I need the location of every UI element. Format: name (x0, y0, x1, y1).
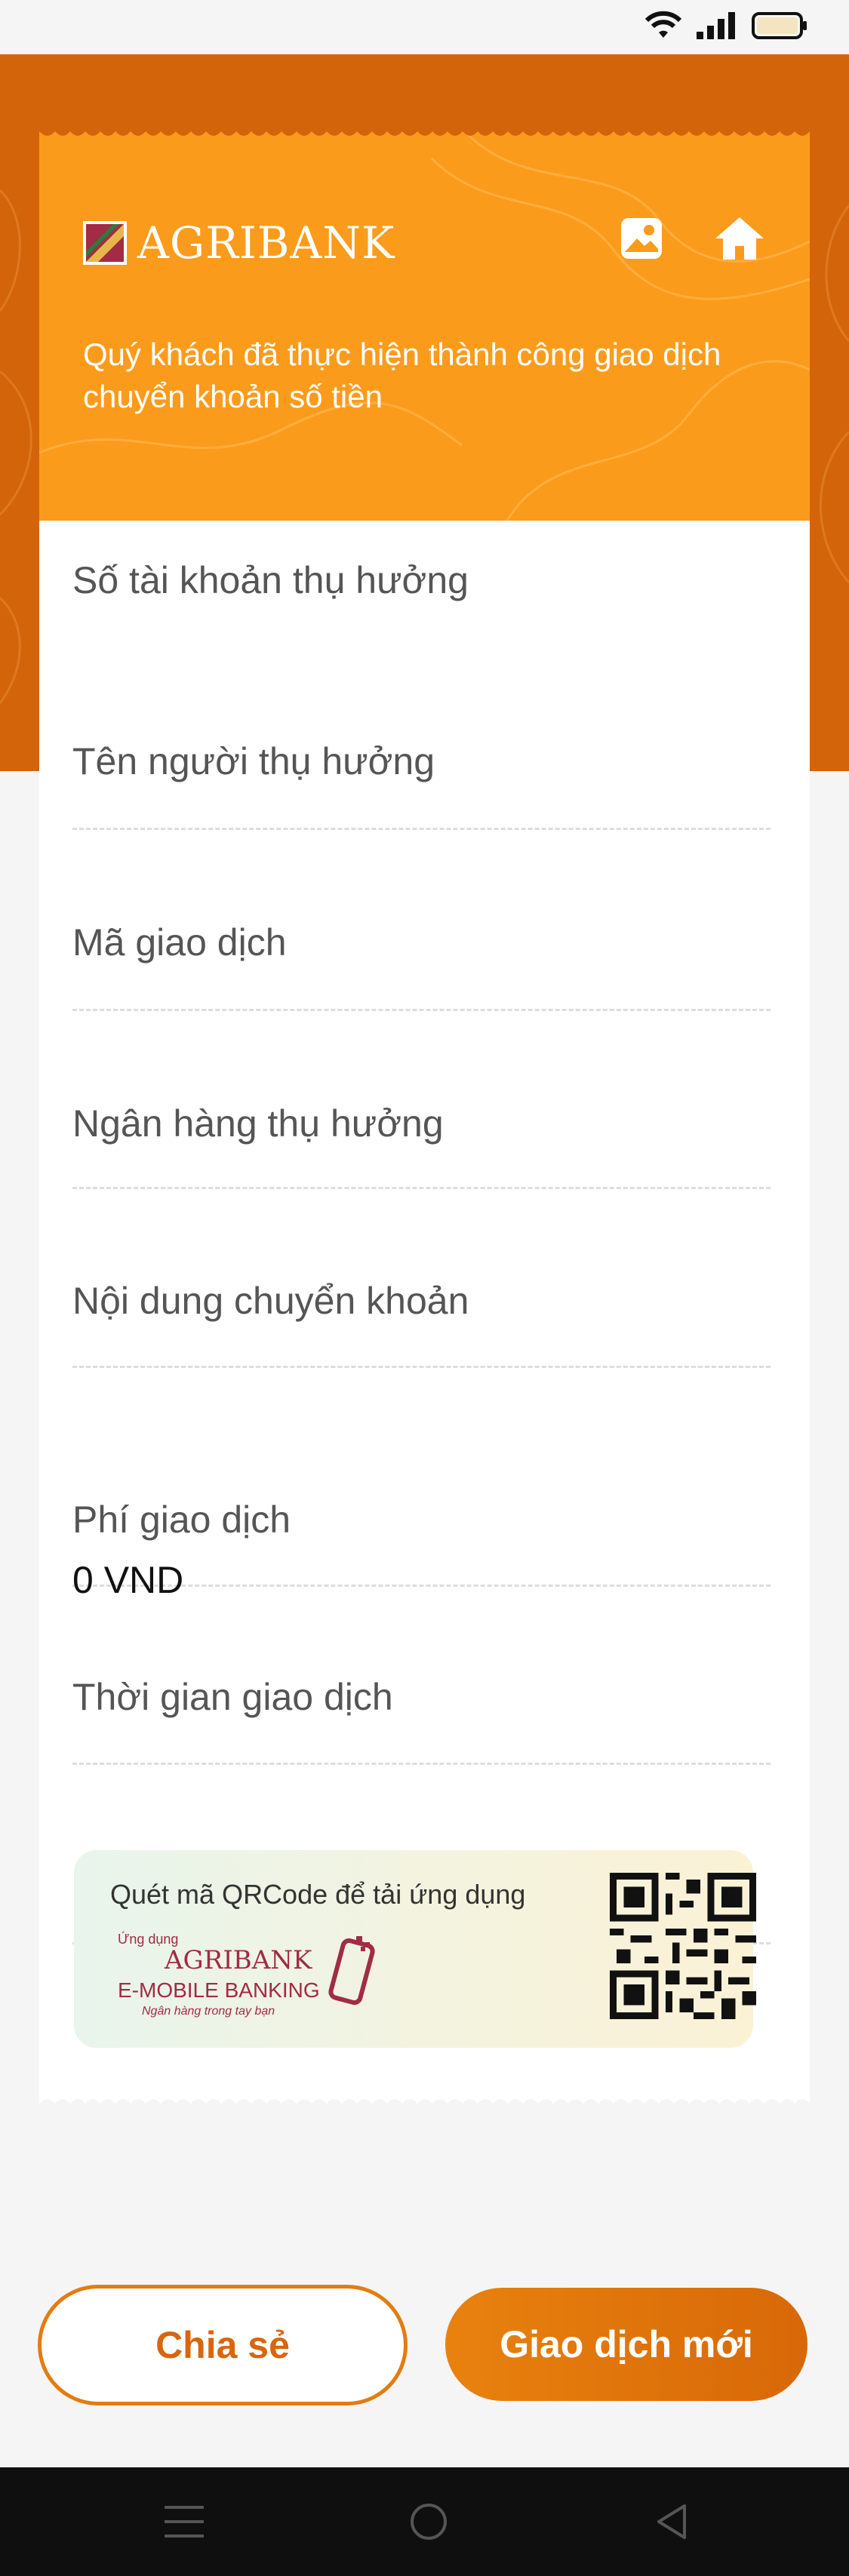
divider (72, 1009, 771, 1011)
divider (72, 1366, 771, 1368)
agribank-logo: AGRIBANK (83, 217, 395, 269)
receipt-card: AGRIBANK Quý khách đã thực hiện thành cô… (39, 128, 810, 2120)
success-message: Quý khách đã thực hiện thành công giao d… (83, 337, 721, 414)
divider (72, 1763, 771, 1765)
field-label: Thời gian giao dịch (72, 1676, 393, 1718)
field-label: Tên người thụ hưởng (72, 740, 435, 782)
share-button[interactable]: Chia sẻ (38, 2285, 408, 2405)
nav-menu-button[interactable] (160, 2498, 208, 2546)
field-label: Mã giao dịch (72, 921, 287, 964)
home-button[interactable] (711, 210, 768, 267)
gallery-icon (621, 218, 662, 259)
field-transaction-id: Mã giao dịch (72, 921, 771, 981)
home-circle-icon (411, 2504, 447, 2540)
nav-home-button[interactable] (405, 2498, 453, 2546)
agribank-logo-icon (83, 221, 127, 265)
brand-name: AGRIBANK (137, 217, 395, 269)
system-nav-bar (0, 2467, 849, 2576)
back-icon (657, 2504, 686, 2539)
field-label: Nội dung chuyển khoản (72, 1280, 469, 1322)
header-pattern (39, 128, 810, 521)
signal-icon (697, 12, 735, 39)
qr-product: E-MOBILE BANKING (118, 1978, 320, 2002)
scallop-edge-bottom (39, 2090, 810, 2104)
qr-banner-title: Quét mã QRCode để tải ứng dụng (110, 1879, 526, 1910)
field-transaction-fee: Phí giao dịch 0 VND (72, 1498, 771, 1602)
field-beneficiary-bank: Ngân hàng thụ hưởng (72, 1102, 771, 1162)
qr-brand: AGRIBANK (165, 1945, 312, 1975)
field-label: Số tài khoản thụ hưởng (72, 559, 469, 601)
field-label: Phí giao dịch (72, 1499, 291, 1541)
divider (72, 1187, 771, 1189)
wifi-icon (644, 11, 682, 38)
mobile-phone-icon (328, 1936, 375, 2006)
nav-back-button[interactable] (648, 2498, 696, 2546)
field-transaction-time: Thời gian giao dịch (72, 1675, 771, 1735)
field-beneficiary-name: Tên người thụ hưởng (72, 739, 771, 800)
qr-tagline: Ngân hàng trong tay bạn (142, 2005, 275, 2018)
menu-icon (165, 2506, 204, 2538)
scallop-edge-top (39, 128, 810, 136)
field-value: 0 VND (72, 1559, 184, 1601)
home-icon (715, 217, 764, 260)
field-transfer-content: Nội dung chuyển khoản (72, 1279, 771, 1339)
status-bar (0, 0, 849, 54)
new-transaction-button[interactable]: Giao dịch mới (445, 2288, 807, 2401)
qr-download-banner[interactable]: Quét mã QRCode để tải ứng dụng Ứng dụng … (74, 1850, 756, 2048)
gallery-button[interactable] (613, 210, 670, 267)
receipt-header: AGRIBANK Quý khách đã thực hiện thành cô… (39, 128, 810, 521)
field-beneficiary-account: Số tài khoản thụ hưởng (72, 558, 771, 619)
qr-code-image (610, 1873, 756, 2019)
field-label: Ngân hàng thụ hưởng (72, 1102, 444, 1145)
divider (72, 828, 771, 830)
battery-icon (752, 12, 807, 39)
